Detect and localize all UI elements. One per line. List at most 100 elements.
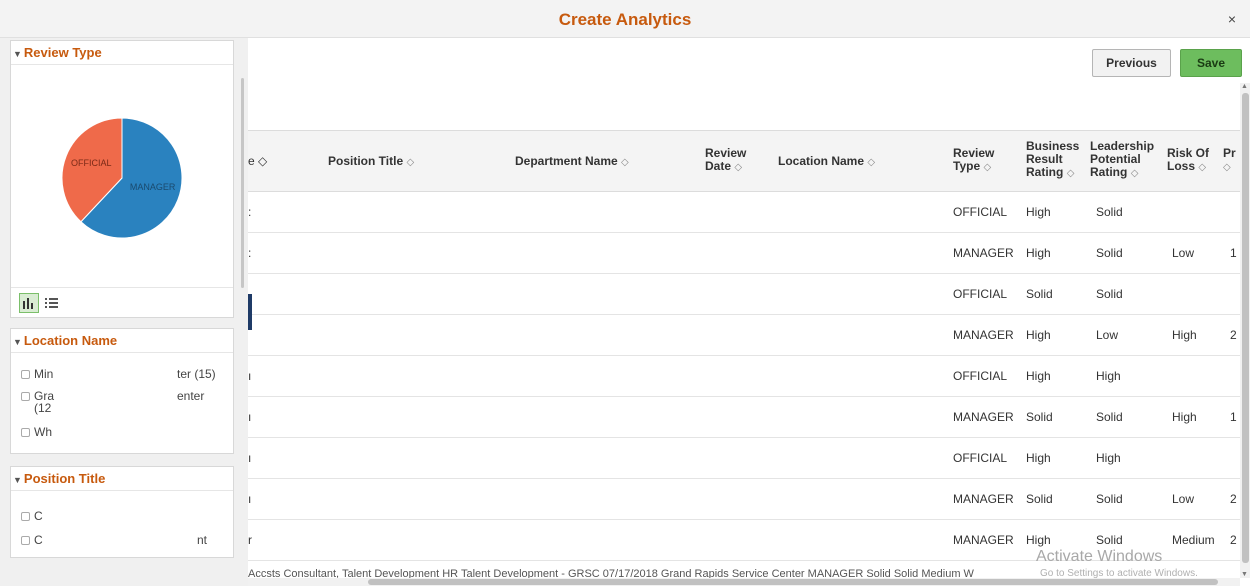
scroll-up-icon[interactable]: ▲ <box>1241 83 1248 90</box>
column-header-position-title[interactable]: Position Title ◇ <box>328 155 414 169</box>
cell-leadership-potential-rating: High <box>1096 369 1121 383</box>
cell-business-result-rating: Solid <box>1026 492 1053 506</box>
cell-review-type: MANAGER <box>953 492 1014 506</box>
facet-header[interactable]: ▼ Position Title <box>11 467 233 491</box>
scroll-down-icon[interactable]: ▼ <box>1241 571 1248 578</box>
checkbox[interactable] <box>21 370 30 380</box>
sort-icon[interactable]: ◇ <box>406 157 414 168</box>
facet-option[interactable]: C <box>21 533 43 547</box>
cell-business-result-rating: High <box>1026 328 1051 342</box>
lead: ı <box>248 410 252 424</box>
checkbox[interactable] <box>21 512 30 522</box>
pie-label: MANAGER <box>130 182 176 192</box>
facet-title: Location Name <box>23 333 118 348</box>
lead: ı <box>248 369 252 383</box>
column-header-review-type[interactable]: Review Type ◇ <box>953 147 994 174</box>
cell-risk-of-loss: Low <box>1172 492 1195 506</box>
facet-location-name: ▼ Location Name Min ter (15) Gra enter (1… <box>10 328 234 454</box>
pie-label: OFFICIAL <box>71 158 112 168</box>
sort-icon[interactable]: ◇ <box>867 157 875 168</box>
cell-review-type: MANAGER <box>953 533 1014 547</box>
cell-review-type: MANAGER <box>953 410 1014 424</box>
cell-leadership-potential-rating: Solid <box>1096 533 1123 547</box>
sort-icon[interactable]: ◇ <box>1223 162 1231 173</box>
sort-icon[interactable]: ◇ <box>1198 162 1206 173</box>
modal-title-bar: Create Analytics × <box>0 0 1250 38</box>
column-header-risk-of-loss[interactable]: Risk Of Loss ◇ <box>1167 147 1209 174</box>
lead: ı <box>248 492 252 506</box>
cell-review-type: OFFICIAL <box>953 287 1008 301</box>
cell-business-result-rating: High <box>1026 205 1051 219</box>
cell-business-result-rating: Solid <box>1026 287 1053 301</box>
save-button[interactable]: Save <box>1180 49 1242 77</box>
table-row[interactable]: OFFICIAL Solid Solid <box>248 274 1240 315</box>
cell-risk-of-loss: Low <box>1172 246 1195 260</box>
grid-header: e ◇ Position Title ◇ Department Name ◇ R… <box>248 130 1240 192</box>
sort-icon[interactable]: ◇ <box>983 162 991 173</box>
cell-risk-of-loss: Medium <box>1172 533 1215 547</box>
sort-icon[interactable]: ◇ <box>621 157 629 168</box>
cell-review-type: OFFICIAL <box>953 369 1008 383</box>
sort-icon[interactable]: ◇ <box>734 162 742 173</box>
sort-icon[interactable]: ◇ <box>1067 168 1075 179</box>
scrollbar-thumb[interactable] <box>368 579 1218 585</box>
column-header-department-name[interactable]: Department Name ◇ <box>515 155 629 169</box>
column-header-business-result-rating[interactable]: Business Result Rating ◇ <box>1026 140 1079 180</box>
table-row[interactable]: ı MANAGER Solid Solid High 1 <box>248 397 1240 438</box>
table-row[interactable]: : OFFICIAL High Solid <box>248 192 1240 233</box>
checkbox[interactable] <box>21 428 30 438</box>
cell-leadership-potential-rating: Solid <box>1096 246 1123 260</box>
cell-risk-of-loss: High <box>1172 410 1197 424</box>
column-header-pr-partial[interactable]: Pr ◇ <box>1223 147 1236 174</box>
facet-header[interactable]: ▼ Review Type <box>11 41 233 65</box>
facet-review-type: ▼ Review Type MANAGER OFFICIAL <box>10 40 234 318</box>
close-icon[interactable]: × <box>1228 11 1236 27</box>
lead: : <box>248 246 252 260</box>
collapse-triangle-icon[interactable]: ▼ <box>13 337 22 347</box>
table-row[interactable]: ı OFFICIAL High High <box>248 438 1240 479</box>
cell-business-result-rating: High <box>1026 533 1051 547</box>
cell-pr: 1 <box>1230 246 1237 260</box>
scrollbar-thumb[interactable] <box>1242 93 1249 563</box>
cell-business-result-rating: High <box>1026 369 1051 383</box>
facet-option-fragment: nt <box>197 533 208 547</box>
cell-leadership-potential-rating: Solid <box>1096 492 1123 506</box>
column-header-review-date[interactable]: Review Date ◇ <box>705 147 746 174</box>
filter-panel-scrollbar[interactable] <box>241 78 244 288</box>
facet-option-fragment: enter <box>177 389 205 403</box>
facet-option[interactable]: C <box>21 509 43 523</box>
checkbox[interactable] <box>21 392 30 402</box>
collapse-triangle-icon[interactable]: ▼ <box>13 475 22 485</box>
facet-header[interactable]: ▼ Location Name <box>11 329 233 353</box>
cell-leadership-potential-rating: Solid <box>1096 410 1123 424</box>
cell-leadership-potential-rating: High <box>1096 451 1121 465</box>
lead: ı <box>248 451 252 465</box>
facet-option[interactable]: Wh <box>21 425 52 439</box>
column-header-location-name[interactable]: Location Name ◇ <box>778 155 875 169</box>
sort-icon[interactable]: ◇ <box>1131 168 1139 179</box>
table-row[interactable]: ı MANAGER Solid Solid Low 2 <box>248 479 1240 520</box>
cell-pr: 2 <box>1230 328 1237 342</box>
facet-title: Review Type <box>23 45 102 60</box>
collapse-triangle-icon[interactable]: ▼ <box>13 49 22 59</box>
table-row[interactable]: MANAGER High Low High 2 <box>248 315 1240 356</box>
vertical-scrollbar[interactable]: ▲ ▼ <box>1240 83 1250 578</box>
cell-review-type: MANAGER <box>953 246 1014 260</box>
filter-panel: ▼ Review Type MANAGER OFFICIAL ▼ Location N… <box>0 38 248 586</box>
facet-title: Position Title <box>23 471 106 486</box>
list-view-icon[interactable] <box>41 293 61 313</box>
table-row[interactable]: ı OFFICIAL High High <box>248 356 1240 397</box>
facet-option[interactable]: Min <box>21 367 53 381</box>
cell-leadership-potential-rating: Solid <box>1096 205 1123 219</box>
table-row[interactable]: : MANAGER High Solid Low 1 <box>248 233 1240 274</box>
facet-option-count: ter (15) <box>177 367 216 381</box>
horizontal-scrollbar[interactable] <box>248 578 1240 586</box>
previous-button[interactable]: Previous <box>1092 49 1171 77</box>
cell-business-result-rating: High <box>1026 246 1051 260</box>
checkbox[interactable] <box>21 536 30 546</box>
column-header-partial[interactable]: e ◇ <box>248 155 267 168</box>
cell-review-type: OFFICIAL <box>953 451 1008 465</box>
bar-chart-icon[interactable] <box>19 293 39 313</box>
column-header-leadership-potential-rating[interactable]: Leadership Potential Rating ◇ <box>1090 140 1154 180</box>
facet-option-count: (12 <box>34 401 52 415</box>
